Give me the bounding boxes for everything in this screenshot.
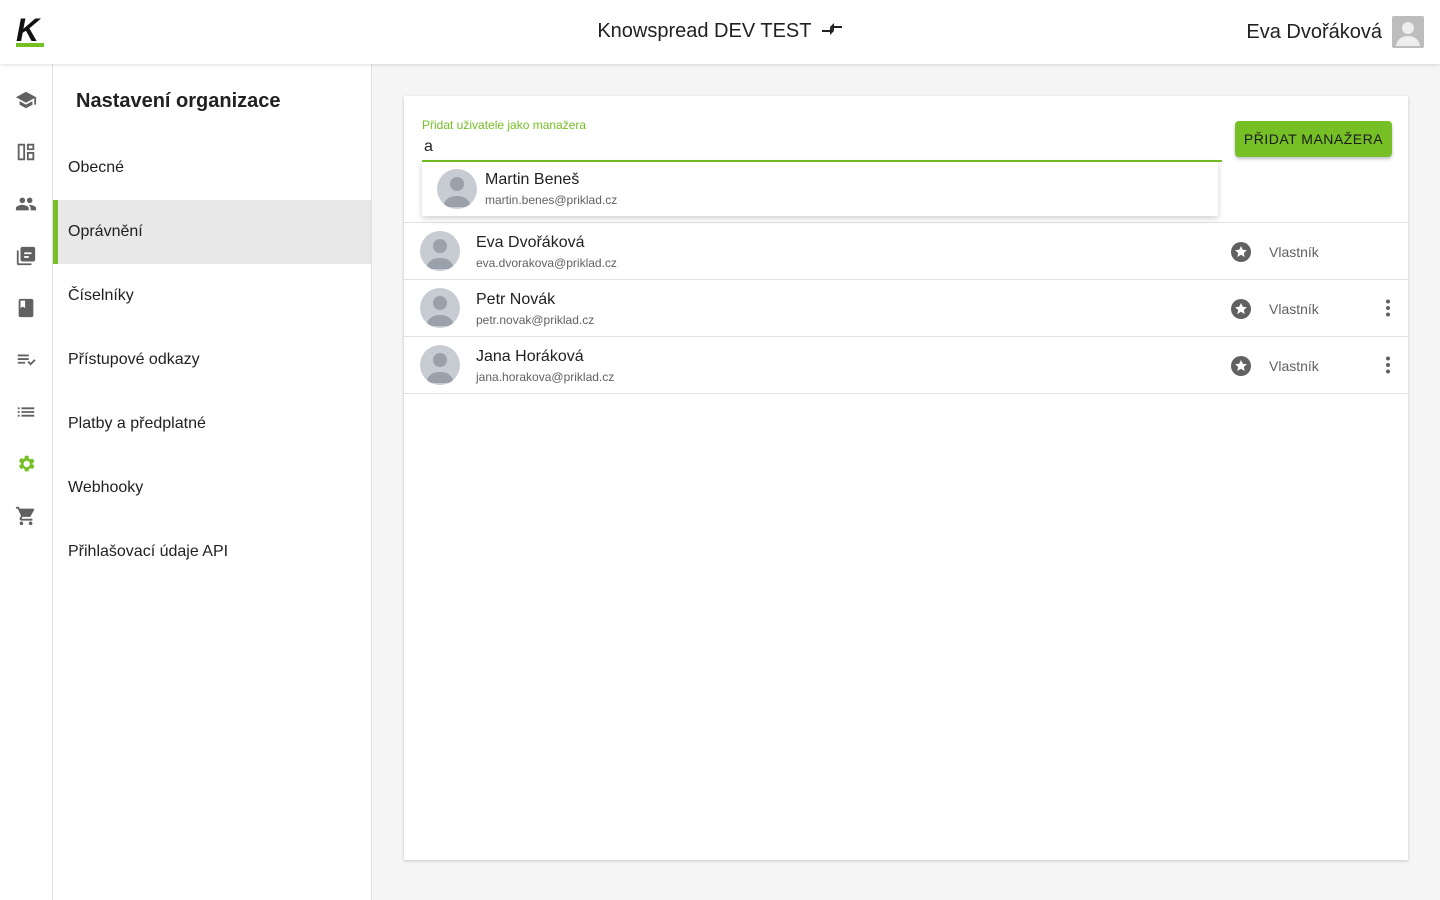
manager-email: eva.dvorakova@priklad.cz xyxy=(476,256,617,270)
add-manager-label: Přidat uživatele jako manažera xyxy=(422,118,587,132)
manager-email: petr.novak@priklad.cz xyxy=(476,313,595,327)
nav-rail xyxy=(0,64,53,900)
avatar xyxy=(420,345,460,385)
subnav-item-payments[interactable]: Platby a předplatné xyxy=(53,392,371,456)
list-icon[interactable] xyxy=(14,400,38,424)
dashboard-icon[interactable] xyxy=(14,140,38,164)
more-vert-icon[interactable] xyxy=(1376,296,1400,320)
user-avatar[interactable] xyxy=(1392,16,1424,48)
cart-icon[interactable] xyxy=(14,504,38,528)
avatar xyxy=(437,169,477,209)
avatar xyxy=(420,288,460,328)
top-bar: K Knowspread DEV TEST Eva Dvořáková xyxy=(0,0,1440,64)
organization-name: Knowspread DEV TEST xyxy=(597,20,812,42)
subnav-item-access-links[interactable]: Přístupové odkazy xyxy=(53,328,371,392)
more-vert-icon[interactable] xyxy=(1376,353,1400,377)
add-manager-input[interactable] xyxy=(422,134,1222,162)
playlist-check-icon[interactable] xyxy=(14,348,38,372)
subnav-item-general[interactable]: Obecné xyxy=(53,136,371,200)
manager-row: Petr Novák petr.novak@priklad.cz Vlastní… xyxy=(404,280,1408,337)
user-name[interactable]: Eva Dvořáková xyxy=(1246,21,1382,44)
subnav-item-webhooks[interactable]: Webhooky xyxy=(53,456,371,520)
manager-name: Jana Horáková xyxy=(476,348,584,365)
star-icon xyxy=(1230,355,1252,377)
subnav-item-permissions[interactable]: Oprávnění xyxy=(53,200,371,264)
school-icon[interactable] xyxy=(14,88,38,112)
swap-icon xyxy=(821,20,843,43)
add-manager-button[interactable]: PŘIDAT MANAŽERA xyxy=(1235,121,1392,157)
settings-icon[interactable] xyxy=(14,452,38,476)
role-label: Vlastník xyxy=(1269,358,1319,374)
subnav-item-api-credentials[interactable]: Přihlašovací údaje API xyxy=(53,520,371,584)
organization-switcher[interactable]: Knowspread DEV TEST xyxy=(0,20,1440,43)
library-icon[interactable] xyxy=(14,244,38,268)
people-icon[interactable] xyxy=(14,192,38,216)
suggestion-email: martin.benes@priklad.cz xyxy=(485,193,618,207)
avatar xyxy=(420,231,460,271)
role-label: Vlastník xyxy=(1269,244,1319,260)
subnav-item-codelists[interactable]: Číselníky xyxy=(53,264,371,328)
star-icon xyxy=(1230,241,1252,263)
star-icon xyxy=(1230,298,1252,320)
manager-row: Eva Dvořáková eva.dvorakova@priklad.cz V… xyxy=(404,223,1408,280)
manager-name: Eva Dvořáková xyxy=(476,234,585,251)
manager-row: Jana Horáková jana.horakova@priklad.cz V… xyxy=(404,337,1408,394)
suggestion-item[interactable]: Martin Beneš martin.benes@priklad.cz xyxy=(422,162,1218,216)
settings-subnav: Nastavení organizace Obecné Oprávnění Čí… xyxy=(53,64,372,900)
manager-email: jana.horakova@priklad.cz xyxy=(476,370,615,384)
manager-name: Petr Novák xyxy=(476,291,556,308)
suggestion-name: Martin Beneš xyxy=(485,171,580,188)
subnav-title: Nastavení organizace xyxy=(76,90,281,112)
autocomplete-dropdown: Martin Beneš martin.benes@priklad.cz xyxy=(422,162,1218,216)
role-label: Vlastník xyxy=(1269,301,1319,317)
permissions-card: Přidat uživatele jako manažera PŘIDAT MA… xyxy=(404,96,1408,860)
book-icon[interactable] xyxy=(14,296,38,320)
